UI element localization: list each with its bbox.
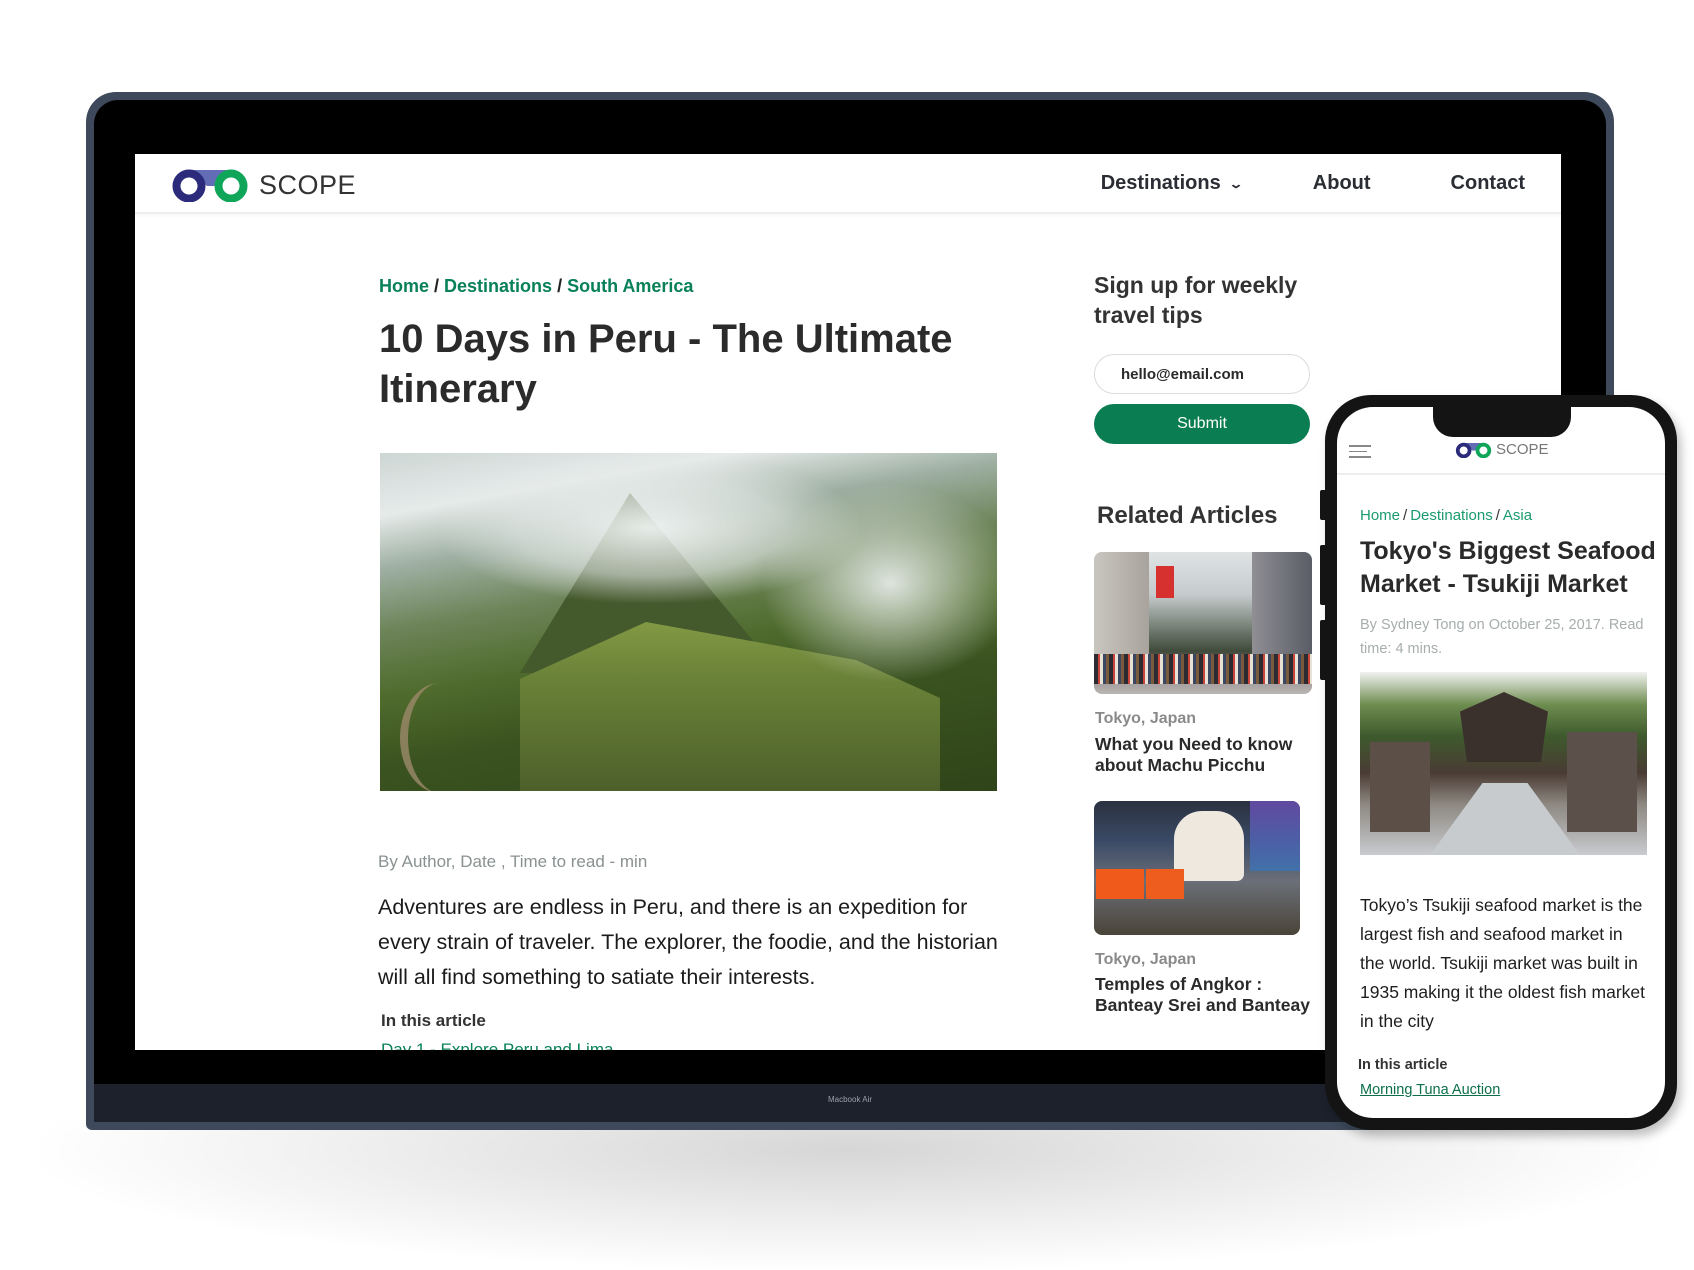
breadcrumb-destinations[interactable]: Destinations xyxy=(444,276,552,296)
phone-side-button xyxy=(1320,545,1325,605)
mobile-breadcrumb: Home / Destinations / Asia xyxy=(1360,507,1532,524)
phone-frame: SCOPE Home / Destinations / Asia Tokyo's Big… xyxy=(1320,395,1677,1130)
phone-side-button xyxy=(1320,490,1325,520)
mobile-toc-link[interactable]: Morning Tuna Auction xyxy=(1360,1082,1500,1098)
binocular-logo-icon xyxy=(1455,442,1492,458)
submit-button[interactable]: Submit xyxy=(1094,404,1310,444)
mobile-article-image xyxy=(1360,672,1647,855)
chevron-down-icon: ⌄ xyxy=(1228,176,1244,191)
mobile-logo-text: SCOPE xyxy=(1496,441,1549,458)
toc-label: In this article xyxy=(381,1011,486,1030)
device-shadow xyxy=(40,1120,1660,1270)
email-input[interactable] xyxy=(1094,354,1310,394)
breadcrumb-home[interactable]: Home xyxy=(379,276,429,296)
nav-destinations[interactable]: Destinations ⌄ xyxy=(1100,172,1244,195)
breadcrumb-south-america[interactable]: South America xyxy=(567,276,693,296)
article-byline: By Author, Date , Time to read - min xyxy=(378,852,648,871)
related-article-image[interactable] xyxy=(1094,552,1312,694)
related-article-location: Tokyo, Japan xyxy=(1095,951,1197,968)
hero-image xyxy=(380,453,997,791)
mobile-article-body: Tokyo’s Tsukiji seafood market is the la… xyxy=(1360,895,1646,1031)
breadcrumb-separator: / xyxy=(1495,507,1500,524)
breadcrumb-home[interactable]: Home xyxy=(1360,507,1400,524)
mobile-article-byline: By Sydney Tong on October 25, 2017. Read… xyxy=(1360,617,1644,657)
related-article-location: Tokyo, Japan xyxy=(1095,710,1197,727)
nav-links: Destinations ⌄ About Contact xyxy=(1101,172,1525,195)
nav-contact[interactable]: Contact xyxy=(1451,172,1525,195)
breadcrumb-destinations[interactable]: Destinations xyxy=(1410,507,1493,524)
article-title: 10 Days in Peru - The Ultimate Itinerary xyxy=(379,317,953,411)
nav-destinations-label: Destinations xyxy=(1100,172,1221,194)
related-article-title[interactable]: Temples of Angkor : Banteay Srei and Ban… xyxy=(1095,974,1315,1016)
binocular-logo-icon xyxy=(172,169,248,202)
phone-notch xyxy=(1433,407,1571,437)
hamburger-menu-icon[interactable] xyxy=(1349,445,1371,462)
related-articles-title: Related Articles xyxy=(1097,502,1278,529)
phone-side-button xyxy=(1320,620,1325,680)
logo[interactable]: SCOPE xyxy=(171,168,356,202)
mobile-toc-label: In this article xyxy=(1358,1057,1448,1073)
nav-about[interactable]: About xyxy=(1313,172,1371,195)
breadcrumb-asia[interactable]: Asia xyxy=(1503,507,1532,524)
article-intro: Adventures are endless in Peru, and ther… xyxy=(378,895,998,989)
mobile-article-title: Tokyo's Biggest Seafood Market - Tsukiji… xyxy=(1360,537,1656,598)
breadcrumb-separator: / xyxy=(557,276,563,296)
top-nav: SCOPE Destinations ⌄ About Contact xyxy=(135,154,1561,214)
mobile-logo[interactable]: SCOPE xyxy=(1455,441,1549,458)
breadcrumb-separator: / xyxy=(434,276,440,296)
related-article-image[interactable] xyxy=(1094,801,1300,935)
toc-link[interactable]: Day 1 - Explore Peru and Lima xyxy=(381,1040,613,1050)
breadcrumb: Home / Destinations / South America xyxy=(379,276,693,297)
mobile-screen: SCOPE Home / Destinations / Asia Tokyo's Big… xyxy=(1337,407,1665,1118)
signup-title: Sign up for weekly travel tips xyxy=(1094,272,1298,328)
related-article-title[interactable]: What you Need to know about Machu Picchu xyxy=(1095,734,1315,776)
breadcrumb-separator: / xyxy=(1403,507,1408,524)
logo-text: SCOPE xyxy=(259,169,357,200)
